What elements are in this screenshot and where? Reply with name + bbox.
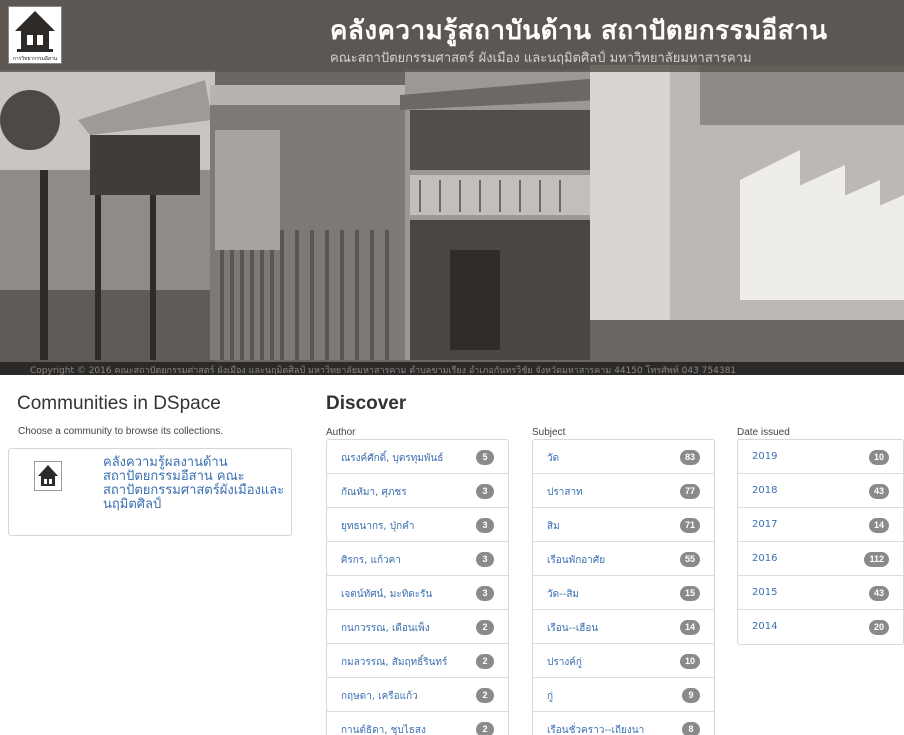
copyright-bar: Copyright © 2016 คณะสถาปัตยกรรมศาสตร์ ผั… [0,362,904,375]
count-badge: 2 [476,688,494,703]
facet-item-label: 2018 [752,485,778,496]
facet-item[interactable]: ยุทธนากร, ปุ่กคำ 3 [327,508,508,542]
facet-item-label: 2017 [752,519,778,530]
community-link[interactable]: คลังความรู้ผลงานด้านสถาปัตยกรรมอีสาน คณะ… [103,456,287,512]
facet-item-label: ณรงค์ศักดิ์, บุตรทุมพันธ์ [341,453,444,464]
facet-item[interactable]: เรือนชั่วคราว--เถียงนา 8 [533,712,714,735]
facet-item[interactable]: 2017 14 [738,508,903,542]
count-badge: 10 [679,654,700,669]
facet-item-label: 2015 [752,587,778,598]
facet-item[interactable]: ปรางค์กู่ 10 [533,644,714,678]
facet-item-label: เรือนพักอาศัย [547,555,606,566]
count-badge: 83 [679,450,700,465]
site-logo[interactable]: การวิทยากรรมอีสาน [8,6,62,64]
count-badge: 20 [868,620,889,635]
facet-item[interactable]: เรือนพักอาศัย 55 [533,542,714,576]
facet-list-author: ณรงค์ศักดิ์, บุตรทุมพันธ์ 5 กัณหัมา, ศุภช… [326,439,509,735]
facet-list-subject: วัด 83 ปราสาท 77 สิม 71 เรือนพักอาศัย 55 วัด… [532,439,715,735]
count-badge: 2 [476,654,494,669]
facet-item[interactable]: กัณหัมา, ศุภชร 3 [327,474,508,508]
facet-item-label: เรือนชั่วคราว--เถียงนา [547,725,645,735]
facet-item[interactable]: กู่ 9 [533,678,714,712]
facet-item-label: วัด [547,453,560,464]
count-badge: 112 [864,552,889,567]
facet-title-subject: Subject [532,427,566,438]
house-logo-icon [38,465,58,486]
facet-title-date-issued: Date issued [737,427,790,438]
facet-item[interactable]: วัด--สิม 15 [533,576,714,610]
discover-heading: Discover [326,393,407,414]
count-badge: 14 [868,518,889,533]
facet-item[interactable]: 2018 43 [738,474,903,508]
community-list-item: คลังความรู้ผลงานด้านสถาปัตยกรรมอีสาน คณะ… [8,448,292,536]
count-badge: 9 [682,688,700,703]
facet-item[interactable]: กานต์ธิดา, ชุบไธสง 2 [327,712,508,735]
count-badge: 3 [476,552,494,567]
house-logo-icon [15,11,55,52]
facet-item[interactable]: 2016 112 [738,542,903,576]
facet-item[interactable]: วัด 83 [533,440,714,474]
facet-item[interactable]: ปราสาท 77 [533,474,714,508]
facet-item-label: กู่ [547,691,554,702]
facet-item[interactable]: 2014 20 [738,610,903,644]
facet-item[interactable]: เรือน--เฮือน 14 [533,610,714,644]
count-badge: 3 [476,586,494,601]
facet-item-label: 2016 [752,553,778,564]
count-badge: 15 [679,586,700,601]
facet-item-label: 2014 [752,621,778,632]
logo-caption: การวิทยากรรมอีสาน [12,56,58,62]
facet-item-label: กานต์ธิดา, ชุบไธสง [341,725,426,735]
count-badge: 43 [868,484,889,499]
facet-item[interactable]: กฤษดา, เครือแก้ว 2 [327,678,508,712]
count-badge: 3 [476,484,494,499]
facet-item-label: 2019 [752,451,778,462]
communities-heading: Communities in DSpace [17,393,221,414]
facet-item-label: วัด--สิม [547,589,580,600]
facet-item-label: กฤษดา, เครือแก้ว [341,691,418,702]
facet-item-label: ปรางค์กู่ [547,657,582,668]
facet-item[interactable]: กมลวรรณ, สัมฤทธิ์รินทร์ 2 [327,644,508,678]
facet-item[interactable]: สิม 71 [533,508,714,542]
count-badge: 43 [868,586,889,601]
count-badge: 55 [679,552,700,567]
facet-item[interactable]: เจตน์ทัศน์, มะทิดะรัน 3 [327,576,508,610]
count-badge: 2 [476,620,494,635]
site-title: คลังความรู้สถาบันด้าน สถาปัตยกรรมอีสาน [330,16,828,46]
count-badge: 8 [682,722,700,735]
facet-item[interactable]: ณรงค์ศักดิ์, บุตรทุมพันธ์ 5 [327,440,508,474]
facet-item-label: ยุทธนากร, ปุ่กคำ [341,521,415,532]
facet-item[interactable]: 2015 43 [738,576,903,610]
facet-item-label: ศิรกร, แก้วคา [341,555,401,566]
count-badge: 14 [679,620,700,635]
facet-item-label: เจตน์ทัศน์, มะทิดะรัน [341,589,433,600]
facet-item-label: กมลวรรณ, สัมฤทธิ์รินทร์ [341,657,448,668]
facet-item-label: ปราสาท [547,487,583,498]
count-badge: 10 [868,450,889,465]
count-badge: 5 [476,450,494,465]
facet-item-label: กัณหัมา, ศุภชร [341,487,407,498]
copyright-text: Copyright © 2016 คณะสถาปัตยกรรมศาสตร์ ผั… [30,366,737,375]
facet-item[interactable]: ศิรกร, แก้วคา 3 [327,542,508,576]
facet-item[interactable]: 2019 10 [738,440,903,474]
community-logo[interactable] [34,461,62,491]
site-subtitle: คณะสถาปัตยกรรมศาสตร์ ผังเมือง และนฤมิตศิ… [330,51,752,66]
count-badge: 71 [679,518,700,533]
count-badge: 3 [476,518,494,533]
facet-item[interactable]: กนกวรรณ, เดือนเพ็ง 2 [327,610,508,644]
count-badge: 77 [679,484,700,499]
facet-item-label: เรือน--เฮือน [547,623,599,634]
count-badge: 2 [476,722,494,735]
facet-list-date-issued: 2019 10 2018 43 2017 14 2016 112 2015 43 2014… [737,439,904,645]
facet-item-label: กนกวรรณ, เดือนเพ็ง [341,623,430,634]
communities-description: Choose a community to browse its collect… [18,426,224,437]
header-banner: การวิทยากรรมอีสาน คลังความรู้สถาบันด้าน … [0,0,904,375]
facet-item-label: สิม [547,521,560,532]
facet-title-author: Author [326,427,356,438]
